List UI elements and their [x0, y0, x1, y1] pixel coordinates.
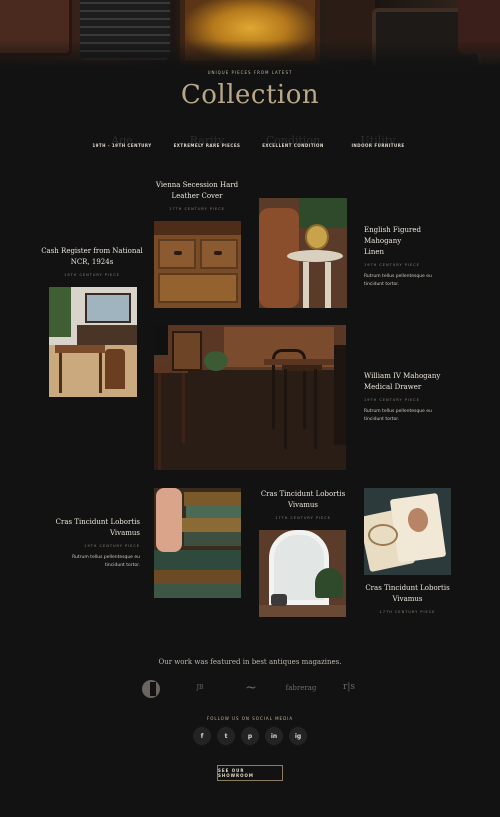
section-kicker: UNIQUE PIECES FROM LATEST — [207, 70, 293, 75]
magazine-logo-wave[interactable]: ~ — [236, 680, 264, 698]
product-cards-image[interactable] — [364, 488, 451, 575]
product-desc: Rutrum tellus pellentesque eu — [364, 274, 432, 279]
product-vienna-info: Vienna Secession Hard Leather Cover 17TH… — [150, 180, 244, 211]
product-title[interactable]: NCR, 1924s — [40, 257, 144, 268]
product-desc: Rutrum tellus pellentesque eu — [364, 409, 432, 414]
magazine-logo-jb[interactable]: JB — [188, 684, 212, 702]
product-william-info: William IV Mahogany Medical Drawer 19TH … — [364, 371, 454, 424]
social-heading: FOLLOW US ON SOCIAL MEDIA — [206, 716, 294, 721]
product-cras-left-info: Cras Tincidunt Lobortis Vivamus 19TH CEN… — [40, 517, 140, 570]
product-title[interactable]: Vienna Secession Hard — [150, 180, 244, 191]
product-desc: Rutrum tellus pellentesque eu — [72, 555, 140, 560]
product-english-image[interactable] — [259, 198, 347, 308]
magazine-logo-c[interactable] — [140, 680, 162, 698]
product-title[interactable]: Vivamus — [256, 500, 350, 511]
product-title[interactable]: Cash Register from National — [40, 246, 144, 257]
product-meta: 17TH CENTURY PIECE — [275, 516, 331, 520]
page-title: Collection — [180, 80, 320, 110]
feature-label: EXTREMELY RARE PIECES — [173, 143, 241, 148]
feature-utility: Utility INDOOR FURNITURE — [328, 134, 428, 152]
product-cras-mid-info: Cras Tincidunt Lobortis Vivamus 17TH CEN… — [256, 489, 350, 520]
product-cash-image[interactable] — [49, 287, 137, 397]
product-desc: tincidunt tortor. — [104, 563, 140, 568]
product-title[interactable]: English Figured Mahogany — [364, 225, 454, 247]
product-title[interactable]: Cras Tincidunt Lobortis — [40, 517, 140, 528]
product-cash-info: Cash Register from National NCR, 1924s 1… — [40, 246, 144, 277]
product-title[interactable]: Medical Drawer — [364, 382, 454, 393]
product-meta: 17TH CENTURY PIECE — [379, 610, 436, 614]
product-cras-right-info: Cras Tincidunt Lobortis Vivamus 17TH CEN… — [364, 583, 451, 614]
product-window-image[interactable] — [259, 530, 346, 617]
product-title[interactable]: Vivamus — [364, 594, 451, 605]
hero-fade — [0, 40, 500, 68]
feature-rarity: Rarity EXTREMELY RARE PIECES — [157, 134, 257, 152]
instagram-icon[interactable]: ig — [289, 727, 307, 745]
product-books-image[interactable] — [154, 488, 241, 598]
facebook-icon[interactable]: f — [193, 727, 211, 745]
pinterest-icon[interactable]: p — [241, 727, 259, 745]
product-desc: tincidunt tortor. — [364, 417, 400, 422]
twitter-icon[interactable]: t — [217, 727, 235, 745]
product-title[interactable]: Cras Tincidunt Lobortis — [256, 489, 350, 500]
feature-label: INDOOR FURNITURE — [351, 143, 405, 148]
see-showroom-button[interactable]: SEE OUR SHOWROOM — [217, 765, 283, 781]
product-meta: 17TH CENTURY PIECE — [169, 207, 225, 211]
product-title[interactable]: Vivamus — [40, 528, 140, 539]
product-desc: tincidunt tortor. — [364, 282, 400, 287]
magazines-heading: Our work was featured in best antiques m… — [158, 658, 342, 666]
product-title[interactable]: Cras Tincidunt Lobortis — [364, 583, 451, 594]
magazine-logo-rs[interactable]: r|s — [338, 682, 360, 700]
product-meta: 19TH CENTURY PIECE — [364, 263, 420, 267]
product-vienna-image[interactable] — [154, 221, 241, 308]
linkedin-icon[interactable]: in — [265, 727, 283, 745]
product-william-image[interactable] — [154, 325, 346, 470]
product-title[interactable]: Leather Cover — [150, 191, 244, 202]
product-meta: 19TH CENTURY PIECE — [364, 398, 420, 402]
product-title[interactable]: William IV Mahogany — [364, 371, 454, 382]
product-meta: 19TH CENTURY PIECE — [84, 544, 140, 548]
product-title[interactable]: Linen — [364, 247, 454, 258]
product-meta: 19TH CENTURY PIECE — [64, 273, 120, 277]
product-english-info: English Figured Mahogany Linen 19TH CENT… — [364, 225, 454, 289]
magazine-logo-fabrerag[interactable]: fabrerag — [284, 684, 318, 702]
